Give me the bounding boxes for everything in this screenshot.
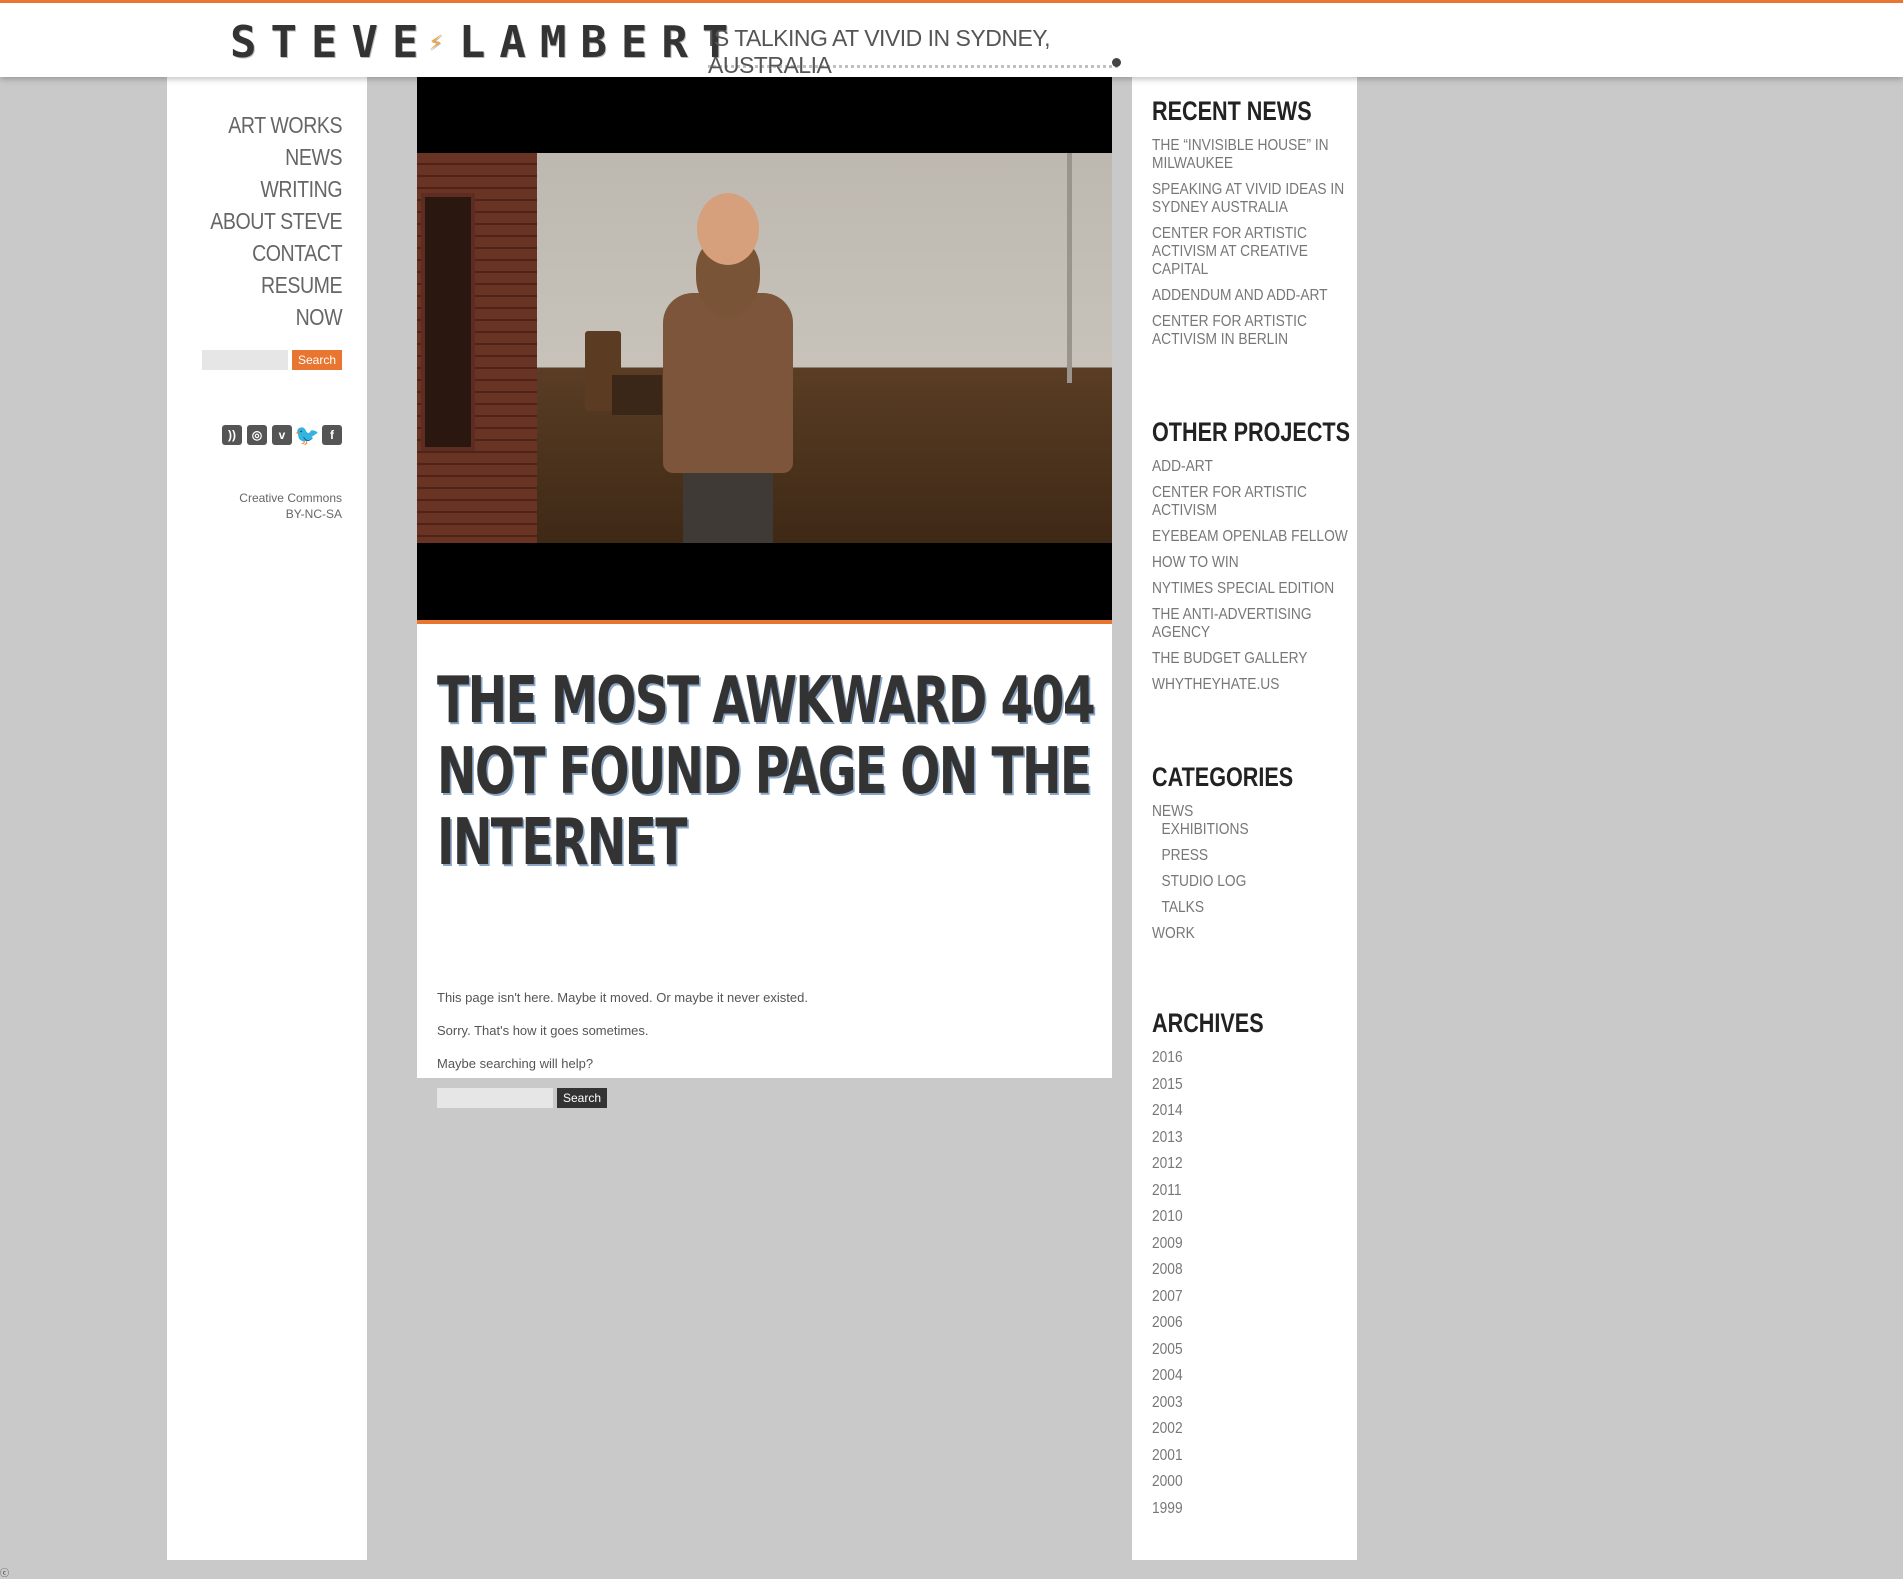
sidebar-search: Search	[201, 350, 342, 370]
site-logo[interactable]: STEVE ⚡ LAMBERT	[230, 16, 743, 68]
nav-item-art-works[interactable]: ART WORKS	[210, 109, 342, 141]
other-projects-title: OTHER PROJECTS	[1152, 417, 1351, 447]
categories-widget: CATEGORIES NEWS EXHIBITIONS PRESS STUDIO…	[1152, 762, 1347, 951]
main-search: Search	[437, 1088, 608, 1108]
project-item[interactable]: ADD-ART	[1152, 458, 1350, 476]
video-player[interactable]	[417, 77, 1112, 620]
archive-year[interactable]: 1999	[1152, 1500, 1350, 1518]
nav-item-news[interactable]: NEWS	[210, 141, 342, 173]
archive-year[interactable]: 2002	[1152, 1420, 1350, 1438]
main-nav: ART WORKS NEWS WRITING ABOUT STEVE CONTA…	[187, 109, 342, 333]
wall-pipe	[1067, 153, 1072, 383]
project-item[interactable]: CENTER FOR ARTISTIC ACTIVISM	[1152, 484, 1350, 520]
site-header: STEVE ⚡ LAMBERT IS TALKING AT VIVID IN S…	[0, 0, 1903, 78]
lightning-bolt-icon: ⚡	[428, 28, 443, 56]
nav-item-resume[interactable]: RESUME	[210, 269, 343, 301]
nav-item-contact[interactable]: CONTACT	[210, 237, 342, 269]
project-item[interactable]: HOW TO WIN	[1152, 554, 1350, 572]
categories-title: CATEGORIES	[1152, 762, 1294, 792]
archive-year[interactable]: 2008	[1152, 1261, 1350, 1279]
apology-message: Sorry. That's how it goes sometimes.	[437, 1023, 649, 1038]
recent-news-item[interactable]: SPEAKING AT VIVID IDEAS IN SYDNEY AUSTRA…	[1152, 181, 1350, 217]
archive-year[interactable]: 2011	[1152, 1182, 1350, 1200]
logo-first-name: STEVE	[230, 16, 433, 68]
archive-year[interactable]: 2013	[1152, 1129, 1350, 1147]
archive-year[interactable]: 2004	[1152, 1367, 1350, 1385]
archives-widget: ARCHIVES 2016 2015 2014 2013 2012 2011 2…	[1152, 1008, 1347, 1526]
left-sidebar: ART WORKS NEWS WRITING ABOUT STEVE CONTA…	[167, 77, 367, 1560]
license-line-2: BY-NC-SA	[285, 507, 342, 521]
rss-icon[interactable]: ))	[222, 425, 242, 445]
recent-news-item[interactable]: CENTER FOR ARTISTIC ACTIVISM AT CREATIVE…	[1152, 225, 1350, 279]
license-link[interactable]: Creative Commons BY-NC-SA	[239, 490, 342, 522]
person-body	[663, 293, 793, 473]
page-title: THE MOST AWKWARD 404 NOT FOUND PAGE ON T…	[437, 664, 1096, 880]
error-message: This page isn't here. Maybe it moved. Or…	[437, 990, 808, 1005]
nav-item-writing[interactable]: WRITING	[210, 173, 342, 205]
archive-year[interactable]: 2003	[1152, 1394, 1350, 1412]
facebook-icon[interactable]: f	[322, 425, 342, 445]
orange-divider	[417, 620, 1112, 624]
project-item[interactable]: THE BUDGET GALLERY	[1152, 650, 1350, 668]
social-links: )) ◎ v 🐦 f	[222, 425, 342, 447]
category-news[interactable]: NEWS	[1152, 803, 1350, 821]
sidebar-search-input[interactable]	[201, 350, 288, 370]
nav-item-now[interactable]: NOW	[210, 301, 342, 333]
archive-year[interactable]: 2007	[1152, 1288, 1350, 1306]
recent-news-widget: RECENT NEWS THE “INVISIBLE HOUSE” IN MIL…	[1152, 96, 1347, 357]
project-item[interactable]: THE ANTI-ADVERTISING AGENCY	[1152, 606, 1350, 642]
sidebar-search-button[interactable]: Search	[291, 350, 342, 370]
tagline-dot	[1112, 58, 1121, 67]
other-projects-widget: OTHER PROJECTS ADD-ART CENTER FOR ARTIST…	[1152, 417, 1351, 702]
logo-last-name: LAMBERT	[458, 16, 743, 68]
category-studio-log[interactable]: STUDIO LOG	[1152, 873, 1359, 891]
archive-year[interactable]: 2015	[1152, 1076, 1350, 1094]
right-sidebar: RECENT NEWS THE “INVISIBLE HOUSE” IN MIL…	[1132, 77, 1357, 1560]
category-exhibitions[interactable]: EXHIBITIONS	[1152, 821, 1359, 839]
video-frame	[417, 153, 1112, 543]
license-line-1: Creative Commons	[239, 491, 342, 505]
archives-title: ARCHIVES	[1152, 1008, 1264, 1038]
person-head	[697, 193, 759, 265]
archive-year[interactable]: 2014	[1152, 1102, 1350, 1120]
archive-year[interactable]: 2006	[1152, 1314, 1350, 1332]
recent-news-title: RECENT NEWS	[1152, 96, 1312, 126]
archive-year[interactable]: 2012	[1152, 1155, 1350, 1173]
project-item[interactable]: NYTIMES SPECIAL EDITION	[1152, 580, 1350, 598]
category-press[interactable]: PRESS	[1152, 847, 1359, 865]
instagram-icon[interactable]: ◎	[247, 425, 267, 445]
category-talks[interactable]: TALKS	[1152, 899, 1359, 917]
project-item[interactable]: WHYTHEYHATE.US	[1152, 676, 1350, 694]
archive-year[interactable]: 2016	[1152, 1049, 1350, 1067]
nav-item-about-steve[interactable]: ABOUT STEVE	[210, 205, 342, 237]
main-search-button[interactable]: Search	[557, 1088, 608, 1108]
header-tagline[interactable]: IS TALKING AT VIVID IN SYDNEY, AUSTRALIA	[708, 25, 1118, 78]
vimeo-icon[interactable]: v	[272, 425, 292, 445]
category-work[interactable]: WORK	[1152, 925, 1350, 943]
recent-news-item[interactable]: ADDENDUM AND ADD-ART	[1152, 287, 1350, 305]
search-prompt: Maybe searching will help?	[437, 1056, 594, 1071]
recent-news-item[interactable]: THE “INVISIBLE HOUSE” IN MILWAUKEE	[1152, 137, 1350, 173]
window	[421, 193, 475, 451]
archive-year[interactable]: 2010	[1152, 1208, 1350, 1226]
corner-mark: ⓒ	[0, 1569, 10, 1579]
main-content: THE MOST AWKWARD 404 NOT FOUND PAGE ON T…	[417, 77, 1112, 1108]
main-search-input[interactable]	[437, 1088, 553, 1108]
project-item[interactable]: EYEBEAM OPENLAB FELLOW	[1152, 528, 1350, 546]
recent-news-item[interactable]: CENTER FOR ARTISTIC ACTIVISM IN BERLIN	[1152, 313, 1350, 349]
archive-year[interactable]: 2000	[1152, 1473, 1350, 1491]
twitter-icon[interactable]: 🐦	[295, 425, 320, 447]
archive-year[interactable]: 2009	[1152, 1235, 1350, 1253]
archive-year[interactable]: 2005	[1152, 1341, 1350, 1359]
desk	[612, 375, 662, 415]
archive-year[interactable]: 2001	[1152, 1447, 1350, 1465]
